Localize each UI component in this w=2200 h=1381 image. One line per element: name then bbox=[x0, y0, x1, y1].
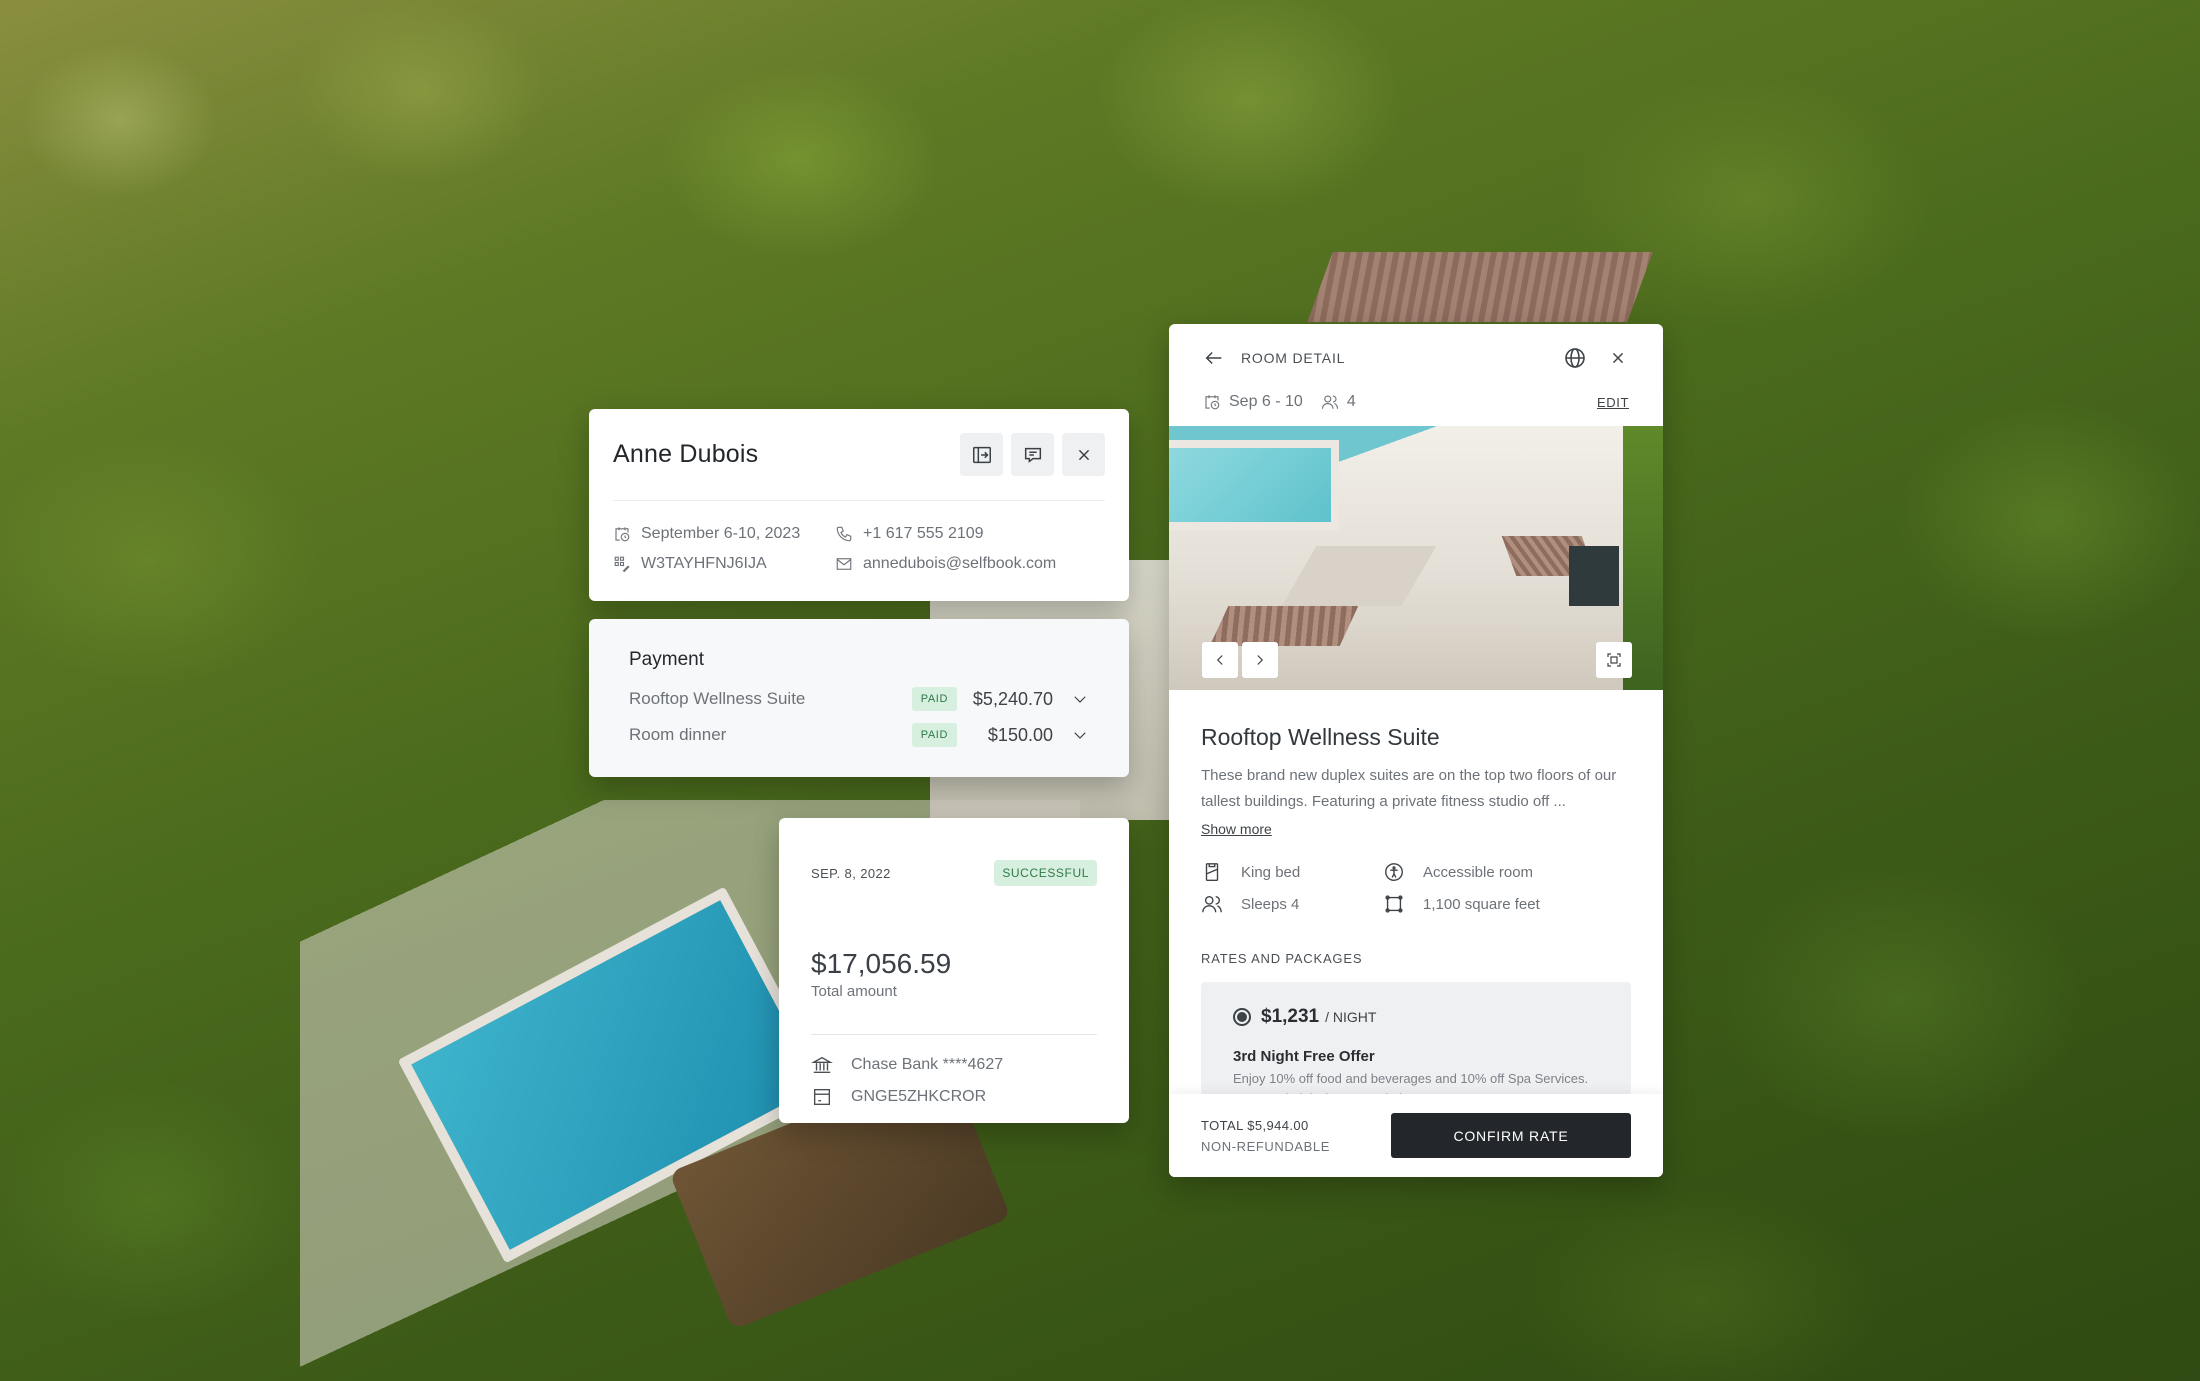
guests-icon bbox=[1321, 395, 1338, 409]
paid-badge: PAID bbox=[911, 723, 957, 747]
room-detail-title: ROOM DETAIL bbox=[1241, 350, 1346, 366]
guest-phone[interactable]: +1 617 555 2109 bbox=[835, 525, 1105, 543]
transaction-date: SEP. 8, 2022 bbox=[811, 865, 891, 881]
rate-unit: / NIGHT bbox=[1325, 1009, 1377, 1025]
offer-title: 3rd Night Free Offer bbox=[1233, 1048, 1375, 1065]
transaction-header: SEP. 8, 2022 SUCCESSFUL bbox=[811, 818, 1097, 886]
confirmation-code-icon bbox=[614, 556, 630, 573]
prev-photo-button[interactable] bbox=[1202, 642, 1238, 678]
awning bbox=[1209, 606, 1359, 646]
amenity-item: King bed bbox=[1201, 861, 1383, 883]
guest-email[interactable]: annedubois@selfbook.com bbox=[835, 555, 1105, 573]
fullscreen-icon bbox=[1607, 653, 1621, 667]
transaction-reference: GNGE5ZHKCROR bbox=[811, 1081, 1097, 1113]
guest-dates: September 6-10, 2023 bbox=[613, 525, 835, 543]
rate-radio[interactable] bbox=[1233, 1008, 1251, 1026]
globe-icon[interactable] bbox=[1563, 346, 1587, 370]
show-more-link[interactable]: Show more bbox=[1201, 821, 1272, 837]
chevron-down-icon[interactable] bbox=[1071, 690, 1089, 708]
room-detail-bar: ROOM DETAIL bbox=[1203, 324, 1629, 384]
room-stay-meta: Sep 6 - 10 4 EDIT bbox=[1203, 384, 1629, 420]
transaction-card: SEP. 8, 2022 SUCCESSFUL $17,056.59 Total… bbox=[779, 818, 1129, 1123]
close-icon bbox=[1078, 449, 1089, 460]
room-description: These brand new duplex suites are on the… bbox=[1201, 767, 1617, 810]
chat-icon bbox=[1024, 447, 1041, 463]
divider bbox=[811, 1034, 1097, 1035]
transaction-amount-label: Total amount bbox=[811, 983, 897, 1000]
guest-actions bbox=[960, 433, 1105, 476]
chevron-left-icon bbox=[1216, 655, 1223, 665]
receipt-icon bbox=[813, 1088, 831, 1106]
calendar-clock-icon bbox=[1205, 395, 1220, 410]
payment-row[interactable]: Room dinner PAID $150.00 bbox=[629, 717, 1089, 753]
edit-link[interactable]: EDIT bbox=[1597, 395, 1629, 410]
room-detail-header: ROOM DETAIL Sep 6 - 10 4 EDIT bbox=[1169, 324, 1663, 426]
rooftop-pool bbox=[1169, 440, 1339, 530]
calendar-clock-icon bbox=[615, 527, 630, 542]
phone-icon bbox=[836, 526, 852, 542]
room-photo bbox=[1169, 426, 1663, 690]
back-arrow-icon[interactable] bbox=[1203, 347, 1225, 369]
accessibility-icon bbox=[1385, 863, 1403, 881]
payment-card: Payment Rooftop Wellness Suite PAID $5,2… bbox=[589, 619, 1129, 777]
stay-dates: Sep 6 - 10 bbox=[1229, 393, 1303, 410]
guest-info: September 6-10, 2023 +1 617 555 2109 W3T… bbox=[613, 501, 1105, 573]
next-photo-button[interactable] bbox=[1242, 642, 1278, 678]
status-badge: SUCCESSFUL bbox=[994, 860, 1097, 886]
amenity-item: Accessible room bbox=[1383, 861, 1631, 883]
total-price: TOTAL $5,944.00 bbox=[1201, 1117, 1309, 1133]
rate-option[interactable]: $1,231 / NIGHT 3rd Night Free Offer Enjo… bbox=[1201, 982, 1631, 1112]
area-icon bbox=[1385, 895, 1403, 913]
rate-price-row: $1,231 / NIGHT bbox=[1233, 1006, 1599, 1028]
guest-name: Anne Dubois bbox=[613, 440, 759, 468]
amenity-item: 1,100 square feet bbox=[1383, 893, 1631, 915]
guest-confirmation: W3TAYHFNJ6IJA bbox=[613, 555, 835, 573]
terrace bbox=[1281, 546, 1437, 606]
total-summary: TOTAL $5,944.00 NON-REFUNDABLE bbox=[1201, 1118, 1330, 1154]
users-icon bbox=[1202, 895, 1222, 913]
confirm-rate-button[interactable]: CONFIRM RATE bbox=[1391, 1113, 1631, 1158]
tile-roof bbox=[1307, 252, 1653, 322]
room-footer: TOTAL $5,944.00 NON-REFUNDABLE CONFIRM R… bbox=[1169, 1094, 1663, 1177]
transaction-bank: Chase Bank ****4627 bbox=[811, 1049, 1097, 1081]
mail-icon bbox=[836, 558, 852, 570]
panel-open-icon bbox=[972, 446, 991, 463]
window bbox=[1569, 546, 1619, 606]
chevron-down-icon[interactable] bbox=[1071, 726, 1089, 744]
amenities: King bed Accessible room Sleeps 4 1,100 … bbox=[1201, 861, 1631, 915]
rates-heading: RATES AND PACKAGES bbox=[1201, 951, 1363, 966]
payment-row[interactable]: Rooftop Wellness Suite PAID $5,240.70 bbox=[629, 681, 1089, 717]
guest-header: Anne Dubois bbox=[613, 409, 1105, 501]
fullscreen-button[interactable] bbox=[1596, 642, 1632, 678]
message-button[interactable] bbox=[1011, 433, 1054, 476]
close-icon[interactable] bbox=[1607, 347, 1629, 369]
rate-price: $1,231 bbox=[1261, 1006, 1320, 1027]
chevron-right-icon bbox=[1257, 655, 1264, 665]
bed-icon bbox=[1205, 863, 1219, 881]
guest-count: 4 bbox=[1346, 393, 1356, 410]
open-panel-button[interactable] bbox=[960, 433, 1003, 476]
bank-icon bbox=[811, 1056, 833, 1074]
refund-policy: NON-REFUNDABLE bbox=[1201, 1138, 1331, 1154]
amenity-item: Sleeps 4 bbox=[1201, 893, 1383, 915]
close-guest-button[interactable] bbox=[1062, 433, 1105, 476]
paid-badge: PAID bbox=[911, 687, 957, 711]
guest-card: Anne Dubois September 6-10, 2023 +1 617 … bbox=[589, 409, 1129, 601]
room-name: Rooftop Wellness Suite bbox=[1201, 724, 1440, 750]
payment-title: Payment bbox=[629, 649, 704, 670]
room-detail-panel: ROOM DETAIL Sep 6 - 10 4 EDIT Rooftop We… bbox=[1169, 324, 1663, 1177]
room-body: Rooftop Wellness Suite These brand new d… bbox=[1169, 690, 1663, 1112]
transaction-amount: $17,056.59 bbox=[811, 948, 952, 979]
